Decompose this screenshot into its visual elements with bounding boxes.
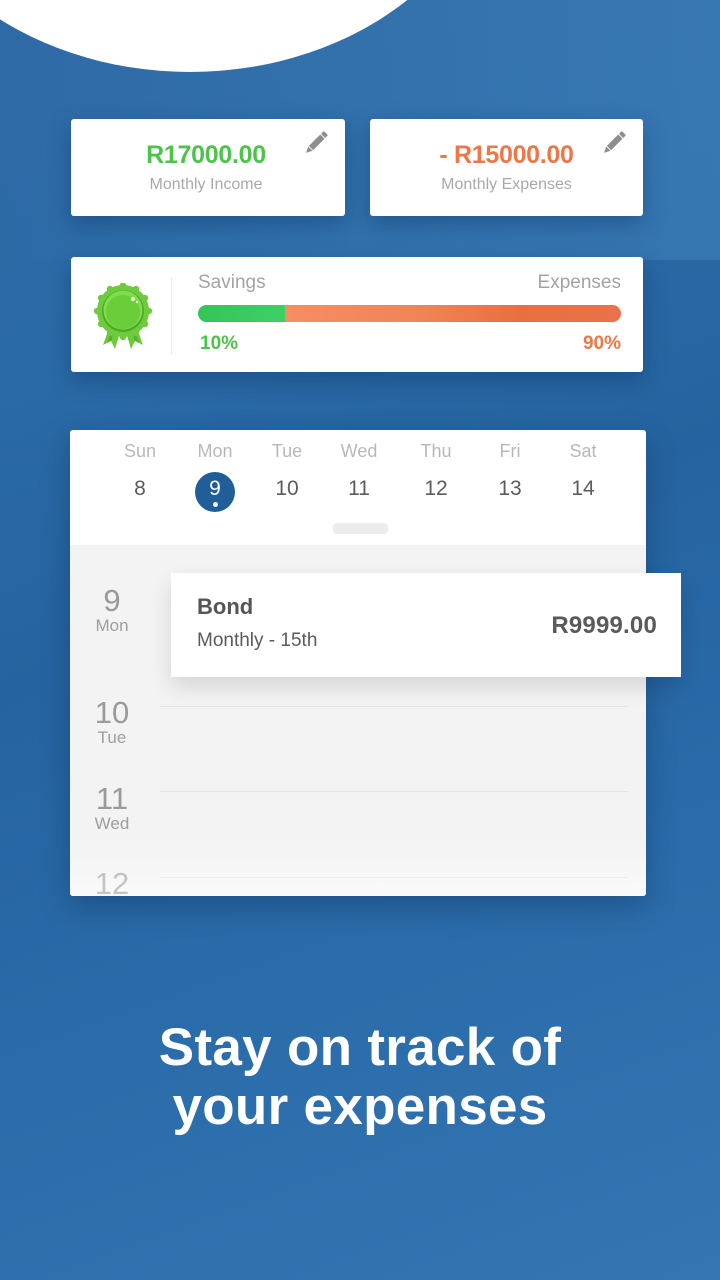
week-day-name: Wed [340, 441, 378, 461]
income-label: Monthly Income [149, 176, 263, 193]
agenda-divider [160, 706, 628, 707]
agenda-day-number: 12 [94, 866, 130, 897]
savings-label: Savings [198, 272, 266, 293]
week-day-number: 11 [348, 477, 370, 500]
agenda-day-11: 11 Wed [70, 783, 154, 833]
monthly-expenses-card[interactable]: - R15000.00 Monthly Expenses [370, 119, 643, 216]
agenda-divider [160, 791, 628, 792]
pencil-icon[interactable] [301, 128, 331, 158]
agenda-divider [160, 877, 628, 878]
promo-tagline: Stay on track of your expenses [0, 1018, 720, 1136]
agenda-day-number: 11 [95, 781, 129, 816]
savings-vs-expenses-card: Savings Expenses 10% 90% [71, 257, 643, 372]
agenda-day-name: Tue [97, 728, 127, 747]
agenda-day-number: 10 [94, 695, 130, 730]
expand-drag-handle[interactable] [333, 523, 388, 534]
tagline-line-2: your expenses [172, 1077, 548, 1136]
agenda-day-12: 12 [70, 866, 154, 897]
event-dot-icon [213, 502, 218, 507]
event-recurrence: Monthly - 15th [197, 630, 318, 651]
agenda-day-name: Mon [95, 616, 129, 635]
agenda-day-9: 9 Mon [70, 585, 154, 635]
event-amount: R9999.00 [551, 612, 657, 639]
week-day-number: 13 [498, 477, 522, 500]
week-day-name: Tue [271, 441, 303, 461]
week-day-name: Fri [499, 441, 521, 461]
savings-progress-bar [198, 305, 621, 322]
event-card-bond[interactable]: Bond Monthly - 15th R9999.00 [171, 573, 681, 677]
agenda-day-name: Wed [94, 814, 130, 833]
monthly-income-card[interactable]: R17000.00 Monthly Income [71, 119, 345, 216]
decorative-white-curve [0, 0, 500, 72]
week-day-name: Sun [123, 441, 157, 461]
event-title: Bond [197, 594, 254, 619]
expenses-label: Monthly Expenses [441, 176, 572, 193]
week-day-name: Mon [197, 441, 233, 461]
savings-bar-segment [198, 305, 285, 322]
divider [171, 277, 172, 355]
expenses-percent: 90% [582, 333, 621, 354]
week-day-number: 10 [275, 477, 299, 500]
agenda-day-number: 9 [103, 583, 121, 618]
tagline-line-1: Stay on track of [158, 1018, 562, 1077]
award-ribbon-icon [93, 283, 153, 349]
week-day-number: 12 [424, 477, 448, 500]
week-day-number: 14 [571, 477, 595, 500]
week-day-number: 9 [209, 477, 221, 500]
week-day-number: 8 [134, 477, 146, 500]
pencil-icon[interactable] [599, 128, 629, 158]
week-day-name: Thu [420, 441, 452, 461]
week-strip: Sun 8 Mon 9 Tue 10 Wed 11 Thu 12 Fri 13 … [70, 430, 646, 545]
agenda-day-10: 10 Tue [70, 697, 154, 747]
week-day-name: Sat [569, 441, 597, 461]
expenses-bar-label: Expenses [537, 272, 621, 293]
expenses-bar-segment [284, 305, 621, 322]
savings-percent: 10% [200, 333, 239, 354]
decorative-header-shape [0, 0, 720, 80]
